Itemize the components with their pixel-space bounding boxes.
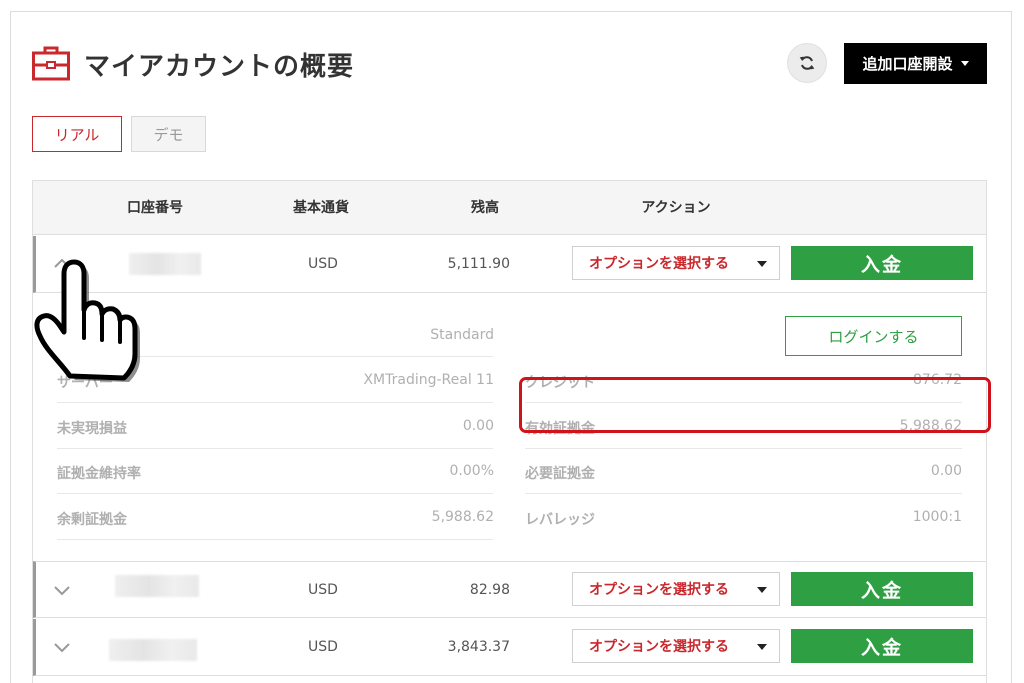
detail-label: 未実現損益 [57,421,127,437]
login-button[interactable]: ログインする [785,316,962,356]
accounts-table: 口座番号 基本通貨 残高 アクション USD 5,111.90 オプションを選択… [32,180,991,683]
deposit-button[interactable]: 入金 [791,629,973,663]
account-number-redacted [109,639,197,661]
page-title: マイアカウントの概要 [84,52,355,82]
detail-label: 証拠金維持率 [57,466,141,482]
deposit-button[interactable]: 入金 [791,572,973,606]
currency-cell: USD [308,256,338,272]
refresh-button[interactable] [787,43,827,83]
column-header-base-currency: 基本通貨 [293,200,349,216]
balance-cell: 5,111.90 [447,256,510,272]
open-additional-account-button[interactable]: 追加口座開設 [844,43,987,84]
chevron-down-icon[interactable] [52,580,72,600]
table-header: 口座番号 基本通貨 残高 アクション [33,181,986,235]
detail-value: 5,988.62 [431,509,494,525]
divider [525,493,962,494]
detail-value: 0.00% [449,463,494,479]
divider [525,448,962,449]
table-row: USD 82.98 オプションを選択する 入金 [33,561,986,618]
column-header-balance: 残高 [471,200,499,216]
pointing-hand-icon [34,259,140,382]
refresh-icon [799,56,815,70]
column-header-action: アクション [641,200,711,216]
balance-cell: 3,843.37 [447,639,510,655]
detail-label: 余剰証拠金 [57,512,127,528]
open-account-label: 追加口座開設 [862,55,953,73]
table-row: USD 5,111.90 オプションを選択する 入金 [33,236,986,293]
caret-down-icon [757,587,767,593]
option-select-label: オプションを選択する [589,639,729,655]
option-select-label: オプションを選択する [589,582,729,598]
account-number-redacted [115,575,199,597]
option-select[interactable]: オプションを選択する [572,246,780,280]
currency-cell: USD [308,639,338,655]
leverage-label: レバレッジ [525,512,595,528]
detail-value: 0.00 [930,463,962,479]
caret-down-icon [757,261,767,267]
chevron-down-icon[interactable] [52,637,72,657]
detail-value: 0.00 [462,418,494,434]
caret-down-icon [960,61,969,66]
caret-down-icon [757,644,767,650]
account-type-value: Standard [430,327,494,343]
leverage-highlight-box [519,377,991,433]
balance-cell: 82.98 [469,582,510,598]
option-select[interactable]: オプションを選択する [572,572,780,606]
tab-demo[interactable]: デモ [131,116,206,152]
divider [57,493,493,494]
column-header-account-number: 口座番号 [127,200,183,216]
deposit-button[interactable]: 入金 [791,246,973,280]
divider [57,402,493,403]
briefcase-icon [32,46,70,81]
detail-value: XMTrading-Real 11 [363,372,494,388]
table-row: USD 3,843.37 オプションを選択する 入金 [33,619,986,676]
leverage-value: 1000:1 [912,509,962,525]
divider [57,448,493,449]
detail-label: 必要証拠金 [525,466,595,482]
option-select[interactable]: オプションを選択する [572,629,780,663]
tab-real[interactable]: リアル [32,116,122,152]
currency-cell: USD [308,582,338,598]
divider [57,539,493,540]
option-select-label: オプションを選択する [589,256,729,272]
